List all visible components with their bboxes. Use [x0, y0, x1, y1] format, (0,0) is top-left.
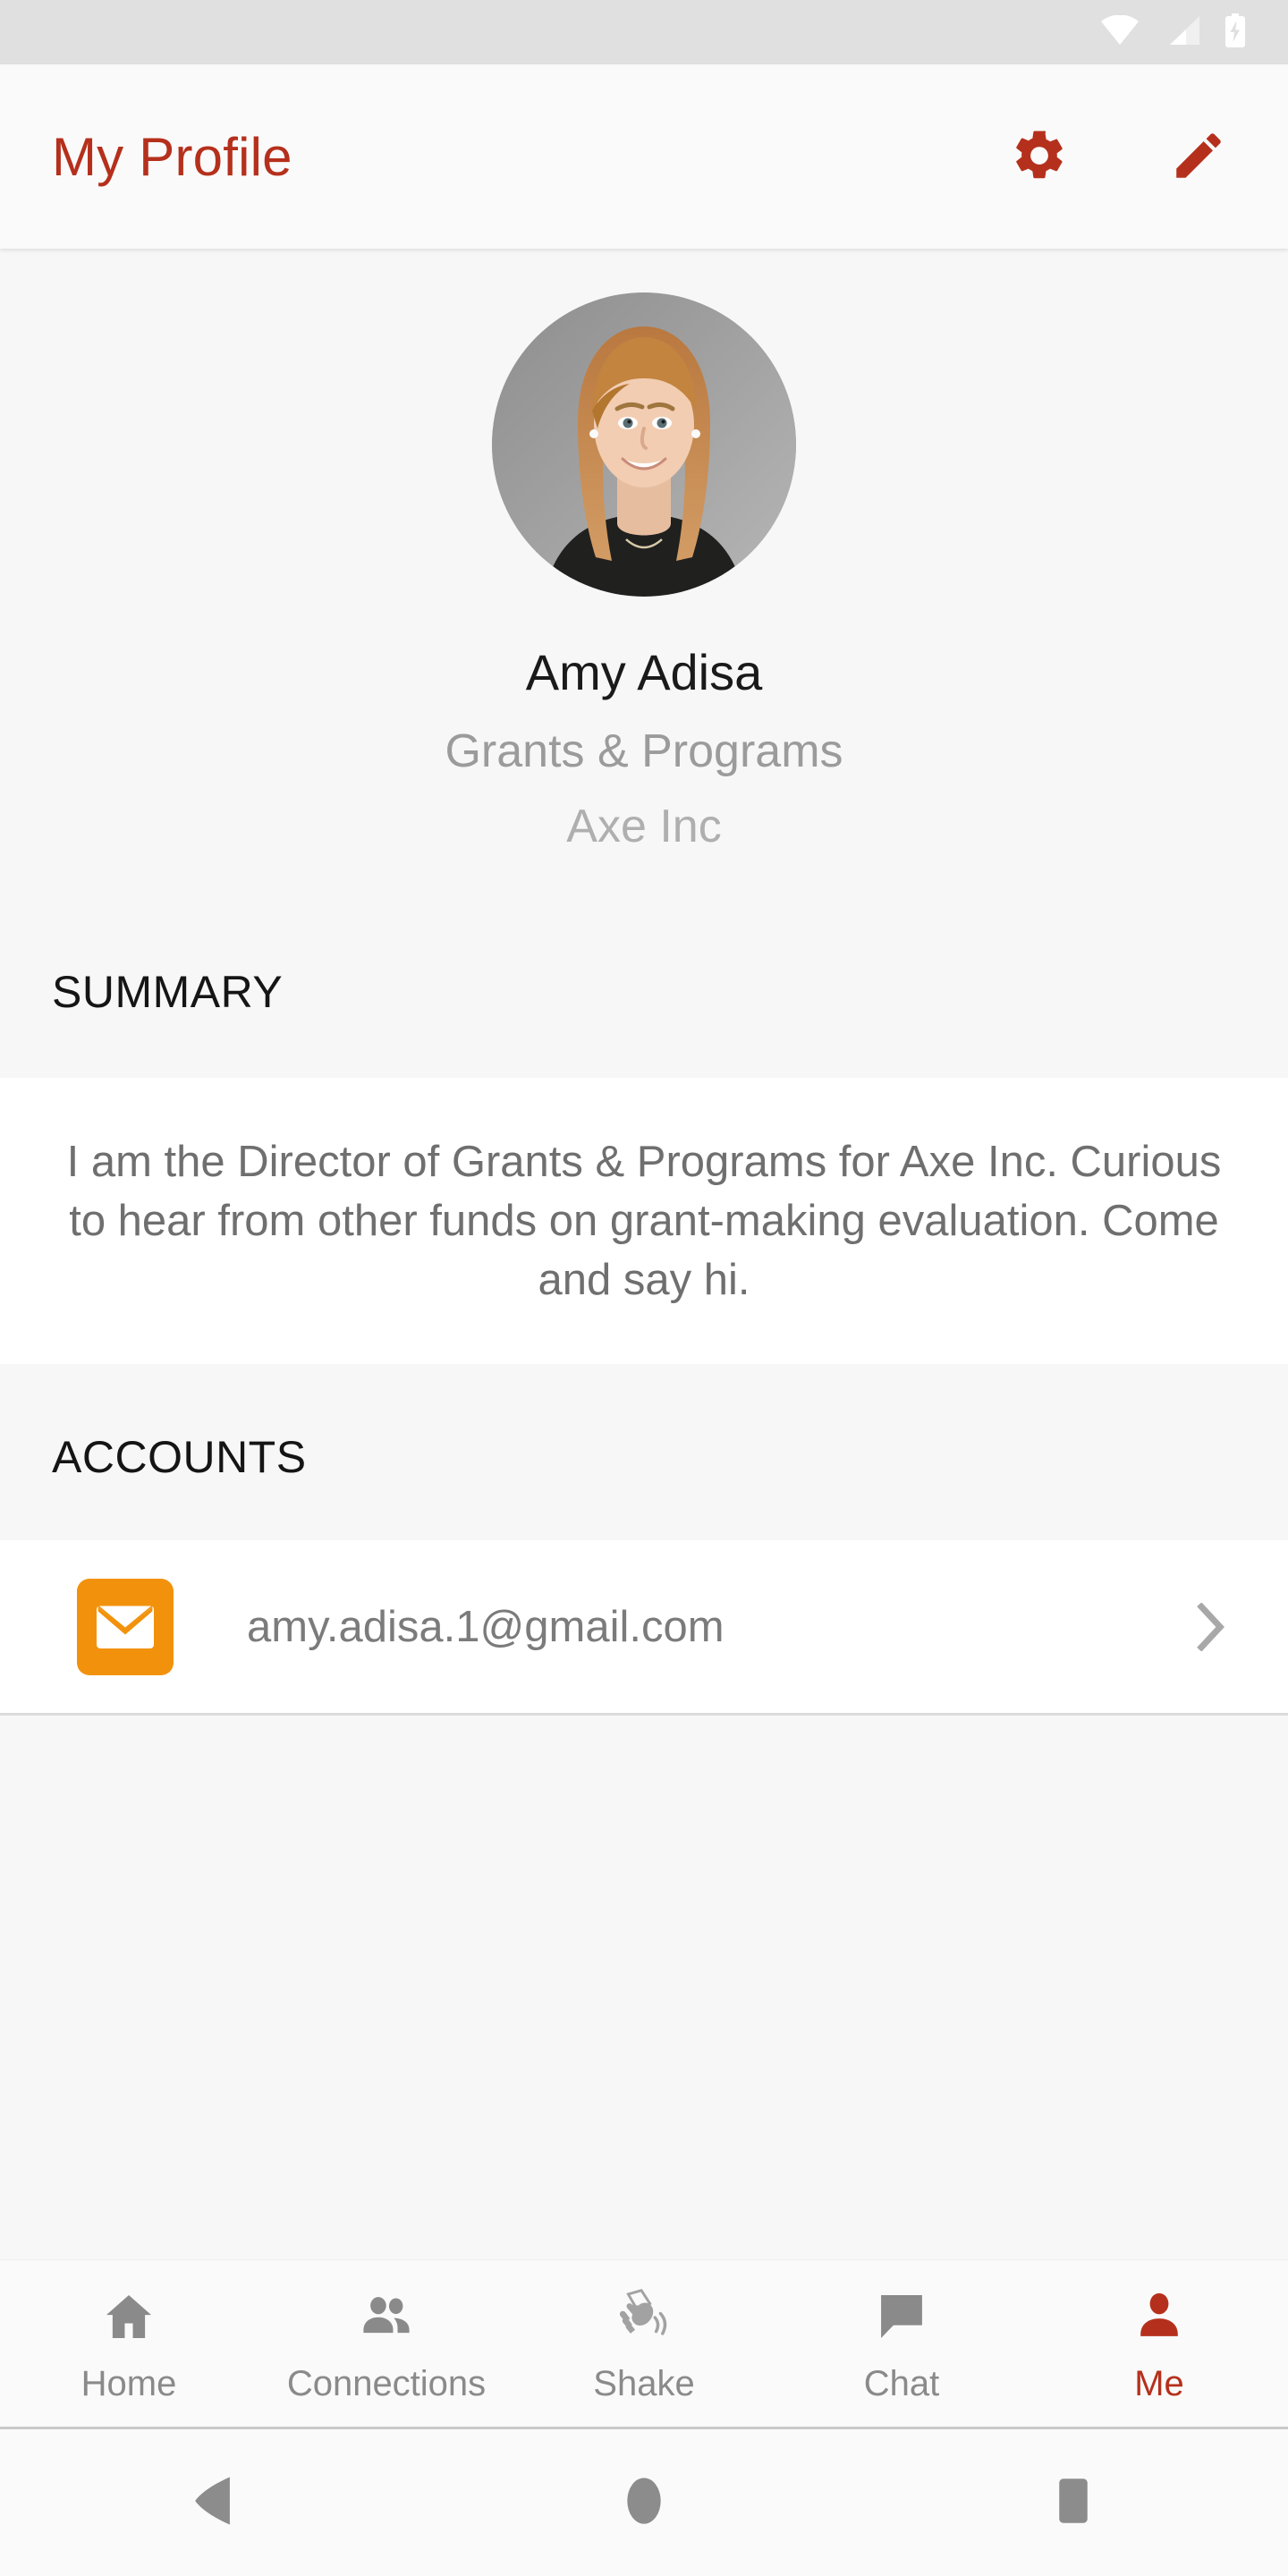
people-icon	[358, 2285, 415, 2348]
home-button[interactable]	[429, 2429, 859, 2576]
account-row-email[interactable]: amy.adisa.1@gmail.com	[0, 1540, 1288, 1716]
profile-header: Amy Adisa Grants & Programs Axe Inc	[0, 249, 1288, 850]
profile-role: Grants & Programs	[445, 725, 843, 777]
bottom-navigation: Home Connections Shake Chat Me	[0, 2259, 1288, 2429]
chevron-right-icon	[1197, 1602, 1227, 1651]
shake-phone-icon	[615, 2285, 673, 2348]
page-title: My Profile	[52, 126, 292, 187]
summary-card: I am the Director of Grants & Programs f…	[0, 1078, 1288, 1364]
nav-tab-me[interactable]: Me	[1030, 2258, 1288, 2428]
pencil-icon	[1169, 126, 1228, 188]
accounts-section-header: ACCOUNTS	[52, 1432, 307, 1482]
profile-organization: Axe Inc	[566, 801, 722, 852]
back-triangle-icon	[192, 2475, 237, 2531]
home-circle-icon	[621, 2476, 667, 2530]
status-bar	[0, 0, 1288, 64]
cellular-signal-icon	[1163, 15, 1200, 50]
app-bar-actions	[996, 114, 1241, 199]
nav-tab-shake[interactable]: Shake	[515, 2258, 773, 2428]
recents-button[interactable]	[859, 2429, 1288, 2576]
nav-tab-home[interactable]: Home	[0, 2258, 258, 2428]
nav-label-shake: Shake	[593, 2364, 695, 2403]
summary-section-header: SUMMARY	[52, 967, 284, 1017]
home-icon	[100, 2285, 157, 2348]
system-navigation-bar	[0, 2429, 1288, 2576]
app-bar: My Profile	[0, 64, 1288, 249]
summary-text: I am the Director of Grants & Programs f…	[66, 1138, 1222, 1304]
profile-name: Amy Adisa	[525, 644, 763, 700]
profile-photo	[492, 292, 796, 597]
wifi-icon	[1100, 13, 1140, 50]
nav-tab-chat[interactable]: Chat	[773, 2258, 1030, 2428]
profile-screen: My Profile Amy Adisa Grants & Programs A…	[0, 0, 1288, 2576]
settings-button[interactable]	[996, 114, 1082, 199]
email-icon	[77, 1578, 174, 1675]
nav-label-me: Me	[1134, 2364, 1184, 2403]
avatar[interactable]	[492, 292, 796, 597]
nav-label-connections: Connections	[286, 2364, 487, 2403]
battery-charging-icon	[1224, 13, 1247, 52]
nav-label-chat: Chat	[863, 2364, 940, 2403]
chat-bubble-icon	[873, 2285, 930, 2348]
gear-icon	[1010, 126, 1069, 188]
recents-square-icon	[1049, 2477, 1097, 2529]
account-email-label: amy.adisa.1@gmail.com	[247, 1602, 724, 1651]
back-button[interactable]	[0, 2429, 429, 2576]
edit-profile-button[interactable]	[1156, 114, 1241, 199]
person-icon	[1131, 2285, 1188, 2348]
nav-tab-connections[interactable]: Connections	[258, 2258, 515, 2428]
nav-label-home: Home	[80, 2364, 177, 2403]
